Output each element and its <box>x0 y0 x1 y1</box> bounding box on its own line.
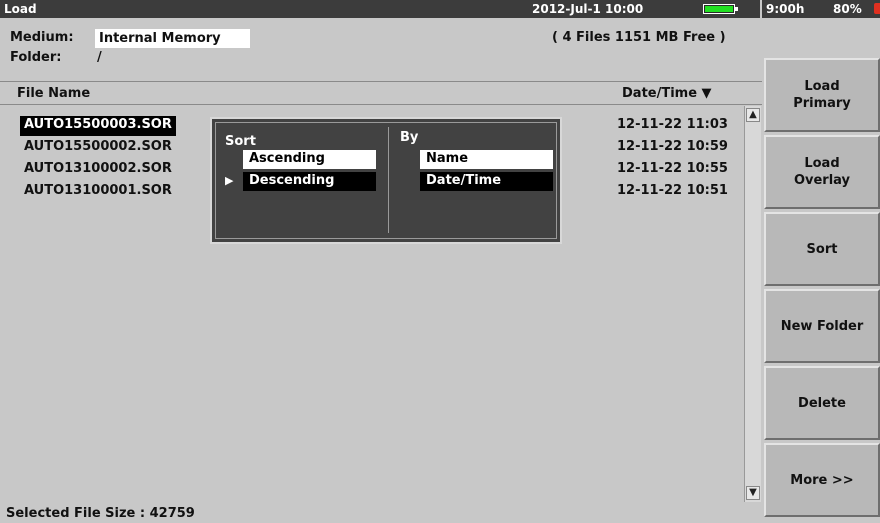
by-option-name[interactable]: Name <box>420 150 553 169</box>
sort-option-descending[interactable]: Descending <box>243 172 376 191</box>
list-header: File Name Date/Time ▼ <box>0 81 762 105</box>
file-date: 12-11-22 10:59 <box>617 139 728 154</box>
triangle-right-icon: ▶ <box>225 174 234 187</box>
new-folder-button[interactable]: New Folder <box>764 289 880 363</box>
file-date: 12-11-22 10:51 <box>617 183 728 198</box>
sort-button[interactable]: Sort <box>764 212 880 286</box>
file-date: 12-11-22 11:03 <box>617 117 728 132</box>
scroll-up-icon[interactable]: ▲ <box>746 108 760 122</box>
medium-field[interactable]: Internal Memory <box>95 29 250 48</box>
load-overlay-label: Load Overlay <box>793 156 851 188</box>
softkey-header <box>762 18 880 58</box>
delete-button[interactable]: Delete <box>764 366 880 440</box>
more-button[interactable]: More >> <box>764 443 880 517</box>
file-name: AUTO13100001.SOR <box>24 183 172 198</box>
title-divider <box>760 0 762 18</box>
clock: 2012-Jul-1 10:00 <box>532 2 644 16</box>
column-header-file-name[interactable]: File Name <box>17 86 90 101</box>
files-info: ( 4 Files 1151 MB Free ) <box>552 30 726 45</box>
sort-label: Sort <box>806 241 838 257</box>
load-primary-button[interactable]: Load Primary <box>764 58 880 132</box>
sort-option-ascending[interactable]: Ascending <box>243 150 376 169</box>
battery-runtime: 9:00h <box>766 2 805 16</box>
by-heading: By <box>400 130 419 145</box>
load-primary-label: Load Primary <box>793 79 851 111</box>
softkey-panel: Load Primary Load Overlay Sort New Folde… <box>762 18 880 523</box>
folder-path: / <box>97 50 102 65</box>
file-name: AUTO15500003.SOR <box>20 116 176 136</box>
new-folder-label: New Folder <box>780 318 864 334</box>
window-title: Load <box>4 2 37 16</box>
by-option-date-time[interactable]: Date/Time <box>420 172 553 191</box>
more-label: More >> <box>790 472 854 488</box>
scrollbar[interactable]: ▲ ▼ <box>744 106 761 502</box>
sort-dialog: Sort By Ascending ▶ Descending Name Date… <box>210 117 562 244</box>
file-date: 12-11-22 10:55 <box>617 161 728 176</box>
column-header-date-time[interactable]: Date/Time ▼ <box>622 86 712 101</box>
battery-icon <box>703 4 738 14</box>
info-panel: Medium: Internal Memory Folder: / ( 4 Fi… <box>0 18 762 78</box>
file-name: AUTO15500002.SOR <box>24 139 172 154</box>
scroll-down-icon[interactable]: ▼ <box>746 486 760 500</box>
battery-percent: 80% <box>833 2 862 16</box>
medium-label: Medium: <box>10 30 74 45</box>
file-name: AUTO13100002.SOR <box>24 161 172 176</box>
sort-heading: Sort <box>225 134 256 149</box>
delete-label: Delete <box>798 395 846 411</box>
selected-file-size: Selected File Size : 42759 <box>6 506 195 521</box>
indicator-icon <box>874 3 880 14</box>
folder-label: Folder: <box>10 50 62 65</box>
load-overlay-button[interactable]: Load Overlay <box>764 135 880 209</box>
sort-dialog-divider <box>388 127 389 233</box>
title-bar: Load 2012-Jul-1 10:00 9:00h 80% <box>0 0 880 18</box>
